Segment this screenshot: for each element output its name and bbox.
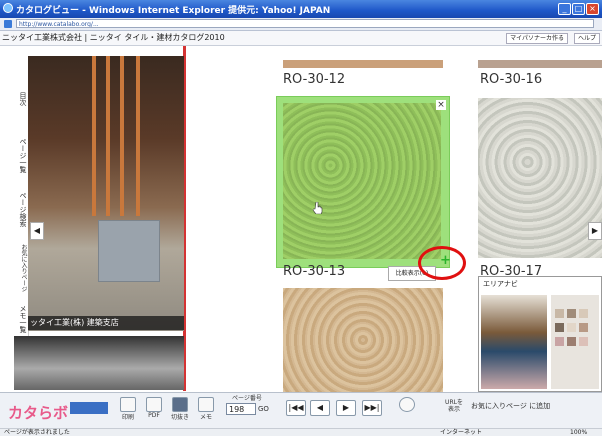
printer-icon xyxy=(120,397,136,412)
area-navi-swatch-grid xyxy=(551,295,599,389)
memo-label: メモ xyxy=(199,414,212,421)
ie-logo-icon xyxy=(3,3,13,13)
tile[interactable] xyxy=(478,98,602,258)
catalog-page-photo-2 xyxy=(14,336,184,390)
tile-top-edge xyxy=(283,60,443,68)
wood-slat xyxy=(106,56,110,216)
minimize-button[interactable]: _ xyxy=(558,3,571,15)
print-label: 印刷 xyxy=(121,414,134,421)
area-navi-title: エリアナビ xyxy=(483,280,518,288)
scissors-icon xyxy=(172,397,188,412)
tile-selected[interactable]: × xyxy=(276,96,450,268)
bookmark-icon xyxy=(399,397,415,412)
window-title-bar: カタログビュー - Windows Internet Explorer 提供元:… xyxy=(0,0,602,18)
first-page-button[interactable]: |◀◀ xyxy=(286,400,306,416)
pdf-button[interactable]: PDF xyxy=(143,397,165,421)
nav-tab-memo-list[interactable]: メモ一覧 xyxy=(14,298,28,340)
nav-tab-page-search[interactable]: ページ検索 xyxy=(14,184,28,234)
tile-code: RO-30-16 xyxy=(480,72,543,87)
nav-tab-contents[interactable]: 目次 xyxy=(14,88,28,110)
swatch[interactable] xyxy=(555,309,564,318)
clip-button[interactable]: 切抜き xyxy=(169,397,191,421)
pdf-label: PDF xyxy=(148,412,160,419)
tile[interactable] xyxy=(283,288,443,392)
go-button[interactable]: GO xyxy=(258,403,272,415)
clip-label: 切抜き xyxy=(170,414,189,421)
nav-tab-favorites[interactable]: お気に入りページ xyxy=(14,238,28,298)
tile-top-edge xyxy=(478,60,602,68)
tile-code: RO-30-13 xyxy=(283,264,346,279)
page-number-input[interactable]: 198 xyxy=(226,403,256,415)
swatch[interactable] xyxy=(567,309,576,318)
maximize-button[interactable]: □ xyxy=(572,3,585,15)
wood-slat xyxy=(136,56,140,216)
last-page-button[interactable]: ▶▶| xyxy=(362,400,382,416)
print-button[interactable]: 印刷 xyxy=(117,397,139,421)
highlight-circle xyxy=(418,246,466,280)
show-url-button[interactable]: URLを 表示 xyxy=(442,399,466,415)
nav-tab-page-list[interactable]: ページ一覧 xyxy=(14,130,28,180)
next-page-button[interactable]: ▶ xyxy=(336,400,356,416)
swatch[interactable] xyxy=(555,323,564,332)
area-navi-panel: エリアナビ xyxy=(478,276,602,392)
catalog-page-photo xyxy=(28,56,184,331)
bookmark-button[interactable] xyxy=(396,397,418,421)
pencil-icon xyxy=(198,397,214,412)
swatch[interactable] xyxy=(567,337,576,346)
close-window-button[interactable]: × xyxy=(586,3,599,15)
address-bar: http://www.catalabo.org/... xyxy=(0,18,602,31)
next-page-arrow[interactable]: ▶ xyxy=(588,222,602,240)
hand-cursor-icon xyxy=(313,202,323,214)
url-field[interactable]: http://www.catalabo.org/... xyxy=(16,19,594,28)
swatch[interactable] xyxy=(579,323,588,332)
wood-slat xyxy=(92,56,96,216)
prev-page-button[interactable]: ◀ xyxy=(310,400,330,416)
swatch[interactable] xyxy=(579,337,588,346)
concrete-bench xyxy=(98,220,160,282)
logo-badge xyxy=(70,402,108,414)
tile-texture xyxy=(283,103,441,259)
page-icon xyxy=(4,20,12,28)
photo-caption: ッタイ工業(株) 建築支店 xyxy=(28,316,184,330)
swatch[interactable] xyxy=(579,309,588,318)
help-button[interactable]: ヘルプ xyxy=(573,33,600,44)
browser-tab-bar: ニッタイ工業株式会社 | ニッタイ タイル・建材カタログ2010 マイパソナーカ… xyxy=(0,31,602,46)
page-number-label: ページ番号 xyxy=(232,395,262,402)
tile-code: RO-30-12 xyxy=(283,72,346,87)
app-logo: カタらボ xyxy=(8,404,69,422)
memo-button[interactable]: メモ xyxy=(195,397,217,421)
close-icon[interactable]: × xyxy=(436,100,446,110)
swatch[interactable] xyxy=(567,323,576,332)
side-nav: 目次 ページ一覧 ページ検索 お気に入りページ メモ一覧 xyxy=(14,60,29,340)
browser-tab[interactable]: ニッタイ工業株式会社 | ニッタイ タイル・建材カタログ2010 xyxy=(2,32,225,44)
prev-page-arrow[interactable]: ◀ xyxy=(30,222,44,240)
swatch[interactable] xyxy=(555,337,564,346)
window-title: カタログビュー - Windows Internet Explorer 提供元:… xyxy=(16,6,331,16)
safety-button[interactable]: マイパソナーカ作る xyxy=(506,33,568,44)
wood-slat xyxy=(120,56,124,216)
add-favorite-button[interactable]: お気に入りページ に追加 xyxy=(471,401,550,411)
area-navi-room-image[interactable] xyxy=(481,295,547,389)
document-icon xyxy=(146,397,162,412)
